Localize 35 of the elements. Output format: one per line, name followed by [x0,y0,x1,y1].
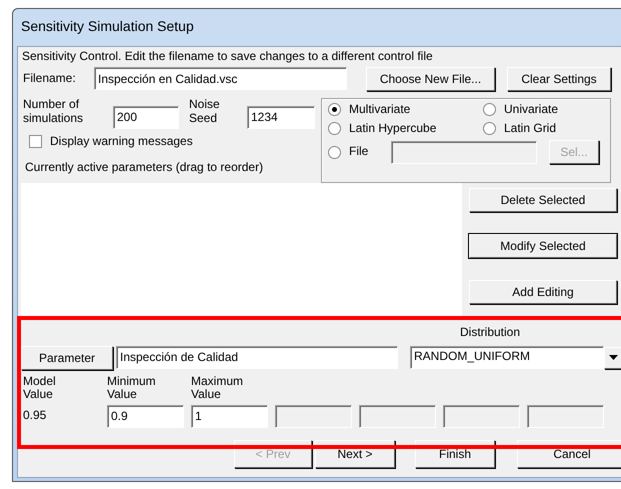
clear-settings-button[interactable]: Clear Settings [507,66,611,91]
radio-label: Latin Grid [504,122,556,136]
noise-seed-label: Noise Seed [189,98,221,127]
value-label: Maximum Value [191,374,244,403]
radio-label: Univariate [504,102,558,117]
simulations-field[interactable]: 200 [113,106,179,129]
distribution-label: Distribution [460,326,520,340]
model-value: 0.95 [23,408,48,422]
add-editing-button[interactable]: Add Editing [469,280,617,304]
radio-label: Latin Hypercube [349,122,436,136]
checkbox[interactable] [29,135,42,148]
radio-label: File [349,145,370,160]
section-label: Currently active parameters (drag to reorder) [25,160,264,174]
instruction-text: Sensitivity Control. Edit the filename to save changes to a different control file [22,50,433,64]
radio-button[interactable] [328,103,341,116]
parameter-button[interactable]: Parameter [21,346,113,370]
radio-button[interactable] [328,122,341,135]
filename-field[interactable]: Inspección en Calidad.vsc [94,67,347,90]
radio-button[interactable] [328,146,341,159]
simulations-label: Number of simulations [22,98,84,127]
modify-selected-button[interactable]: Modify Selected [469,234,617,258]
radio-label: Multivariate [349,102,410,117]
value-field[interactable]: 1 [191,404,268,428]
noise-seed-field[interactable]: 1234 [247,106,315,129]
radio-button[interactable] [483,122,496,135]
window-title: Sensitivity Simulation Setup [21,18,194,34]
choose-file-button[interactable]: Choose New File... [366,66,495,91]
value-label: Minimum Value [107,374,157,403]
checkbox-label: Display warning messages [50,134,193,149]
filename-label: Filename: [22,72,77,86]
value-field[interactable]: 0.9 [107,404,184,428]
parameter-field[interactable]: Inspección de Calidad [116,346,398,369]
radio-button[interactable] [483,103,496,116]
delete-selected-button[interactable]: Delete Selected [469,188,617,212]
value-label: Model Value [23,374,57,403]
